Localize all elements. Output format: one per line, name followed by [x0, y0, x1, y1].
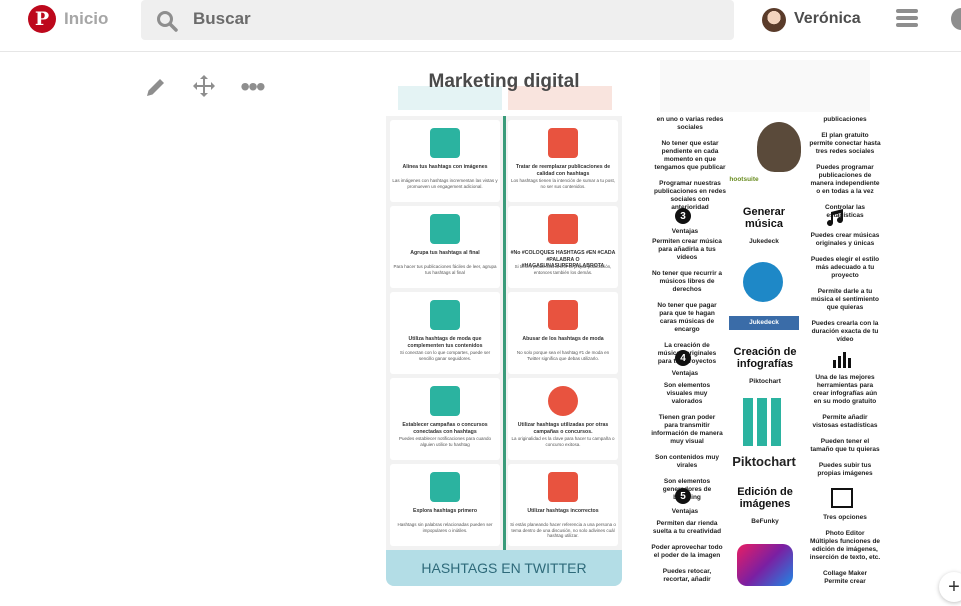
pin-text: Una de las mejores herramientas para cre… — [810, 374, 880, 477]
pin-text: Son elementos visuales muy valorados Tie… — [651, 382, 723, 501]
list-item: Abusar de los hashtags de moda No solo po… — [508, 292, 618, 374]
pin-heading: Generar música — [742, 206, 786, 230]
cross-circle-icon — [548, 386, 578, 416]
hashtag-screen-icon — [548, 128, 578, 158]
home-link[interactable]: Inicio — [64, 9, 108, 29]
edit-pencil-icon[interactable] — [143, 74, 169, 100]
pin-text: Ventajas — [671, 228, 699, 235]
list-item: Utiliza hashtags de moda que complemente… — [390, 292, 500, 374]
list-item: Explora hashtags primero Hashtags sin pal… — [390, 464, 500, 546]
user-profile-link[interactable]: Verónica — [794, 10, 861, 28]
list-item: Alinea tus hashtags con imágenes Las imág… — [390, 120, 500, 202]
hootsuite-logo: hootsuite — [729, 176, 759, 183]
pin-text: publicaciones El plan gratuito permite c… — [809, 116, 881, 219]
list-item: Establecer campañas o concursos conectad… — [390, 378, 500, 460]
magnifier-hashtag-icon — [430, 472, 460, 502]
hashtag-blocks-icon — [548, 214, 578, 244]
list-item: Tratar de reemplazar publicaciones de ca… — [508, 120, 618, 202]
user-avatar[interactable] — [762, 8, 786, 32]
tag-icon — [430, 214, 460, 244]
pin-text: Puedes crear músicas originales y únicas… — [810, 232, 880, 343]
number-badge: 4 — [675, 350, 691, 366]
befunky-logo-icon — [737, 544, 793, 586]
search-icon — [157, 11, 178, 32]
do-column: Alinea tus hashtags con imágenes Las imág… — [386, 116, 500, 546]
list-item: Utilizar hashtags incorrectos Si estás pl… — [508, 464, 618, 546]
top-bar: P Inicio Buscar Verónica — [0, 0, 961, 52]
list-item: #No #COLOQUES HASHTAGS #EN #CADA #PALABR… — [508, 206, 618, 288]
number-badge: 3 — [675, 208, 691, 224]
board-title: Marketing digital — [428, 71, 580, 92]
thumbs-down-icon — [548, 472, 578, 502]
music-notes-icon — [827, 208, 847, 227]
jukedeck-logo-icon — [743, 262, 783, 302]
more-options-icon[interactable]: ••• — [239, 73, 265, 101]
hashtag-image-icon — [430, 128, 460, 158]
piktochart-label: Piktochart — [732, 454, 796, 469]
pin-heading: Edición de imágenes — [737, 486, 793, 510]
piktochart-logo-icon — [743, 398, 785, 446]
pin-text: Permiten crear música para añadirla a tu… — [651, 238, 723, 365]
number-badge: 5 — [675, 488, 691, 504]
dont-column: Tratar de reemplazar publicaciones de ca… — [504, 116, 618, 546]
messages-icon[interactable] — [951, 8, 961, 30]
bar-chart-icon — [831, 350, 853, 368]
menu-icon[interactable] — [896, 9, 918, 31]
pin-text: Jukedeck — [749, 238, 779, 245]
add-pin-button[interactable]: + — [939, 572, 961, 602]
pin-heading: Creación de infografías — [733, 346, 797, 370]
pin-text: Permiten dar rienda suelta a tu creativi… — [651, 520, 723, 583]
pin-text: BeFunky — [751, 518, 779, 525]
pin-tools-infographic[interactable]: en uno o varias redes sociales No tener … — [647, 116, 882, 586]
trend-chart-icon — [430, 300, 460, 330]
broken-link-icon — [548, 300, 578, 330]
pin-text: Piktochart — [749, 378, 781, 385]
infographic-footer: HASHTAGS EN TWITTER — [386, 550, 622, 586]
owl-icon — [757, 122, 801, 172]
pin-text: Ventajas — [671, 508, 699, 515]
list-item: Agrupa tus hashtags al final Para hacer t… — [390, 206, 500, 288]
move-arrows-icon[interactable] — [191, 74, 217, 100]
pin-text: en uno o varias redes sociales No tener … — [654, 116, 726, 211]
pin-hashtags-infographic[interactable]: Alinea tus hashtags con imágenes Las imág… — [386, 116, 622, 586]
jukedeck-label: Jukedeck — [729, 316, 799, 330]
faded-pin-top — [660, 60, 870, 112]
line-graph-icon — [430, 386, 460, 416]
pin-text: Tres opciones Photo Editor Múltiples fun… — [809, 514, 881, 585]
search-input[interactable]: Buscar — [193, 9, 251, 29]
image-frame-icon — [831, 488, 853, 508]
pin-text: Ventajas — [671, 370, 699, 377]
pinterest-logo-icon[interactable]: P — [28, 5, 56, 33]
list-item: Utilizar hashtags utilizadas por otras c… — [508, 378, 618, 460]
